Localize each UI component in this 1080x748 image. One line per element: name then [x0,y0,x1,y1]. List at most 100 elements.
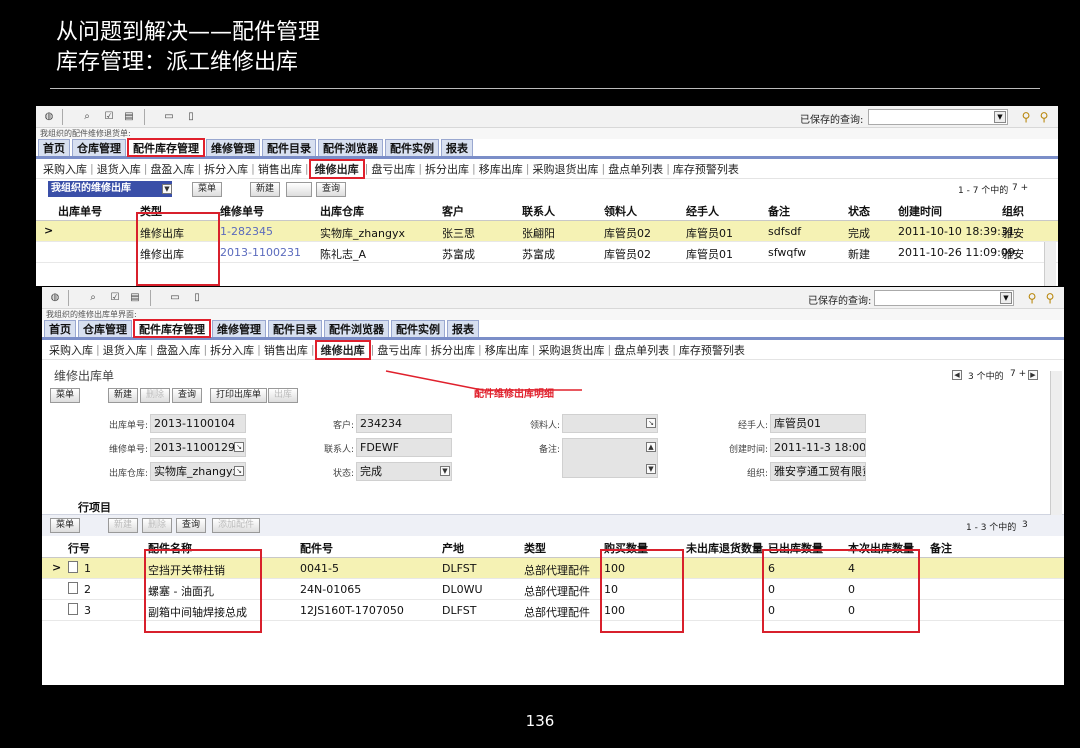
repair-no-link[interactable]: 2013-1100231 [220,246,301,259]
col-contact[interactable]: 联系人 [522,203,555,219]
slide: 从问题到解决——配件管理 库存管理：派工维修出库 ◍ ⌕ ☑ ▤ ▭ ▯ 已保存… [0,0,1080,748]
list-scrollbar[interactable] [1044,242,1056,286]
print-out-button[interactable]: 打印出库单 [210,388,268,403]
item-row[interactable]: 2 螺塞 - 油面孔 24N-01065 DL0WU 总部代理配件 10 0 0 [42,579,1064,600]
col-origin[interactable]: 产地 [442,540,464,556]
globe-icon[interactable]: ◍ [42,110,56,124]
col-note[interactable]: 备注 [768,203,790,219]
status-select[interactable]: 完成 [356,462,452,481]
subnav-repair-out[interactable]: 维修出库 [308,158,365,179]
search-icon[interactable]: ⚲ [1018,109,1034,125]
subnav-surplus-in[interactable]: 盘盈入库 [147,161,197,177]
subnav-split-out[interactable]: 拆分出库 [422,161,472,177]
lookup-icon[interactable]: ↘ [234,466,244,476]
scroll-up-icon[interactable]: ▲ [646,442,656,452]
scroll-down-icon[interactable]: ▼ [646,464,656,474]
table-row[interactable]: 维修出库 2013-1100231 陈礼志_A 苏富成 苏富成 库管员02 库管… [36,242,1058,263]
toolbar-separator [144,109,145,125]
col-shipped-qty[interactable]: 已出库数量 [768,540,823,556]
note-textarea[interactable] [562,438,658,478]
tab-parts-catalog[interactable]: 配件目录 [262,139,316,156]
col-item-type[interactable]: 类型 [524,540,546,556]
tab-home[interactable]: 首页 [38,139,70,156]
col-part-name[interactable]: 配件名称 [148,540,192,556]
col-created[interactable]: 创建时间 [898,203,942,219]
warehouse-label: 出库仓库: [108,469,148,479]
new-button[interactable]: 新建 [250,182,281,197]
new-item-button[interactable]: 新建 [108,518,139,533]
tab-parts-browser[interactable]: 配件浏览器 [318,139,383,156]
chevron-down-icon[interactable]: ▼ [440,466,450,476]
checklist-icon[interactable]: ☑ [102,110,116,124]
ship-out-button[interactable]: 出库 [268,388,299,403]
form-scrollbar[interactable] [1050,371,1062,515]
tab-repair[interactable]: 维修管理 [206,139,260,156]
monitor-icon[interactable]: ▭ [162,110,176,124]
col-customer[interactable]: 客户 [442,203,464,219]
subnav-purchase-return-out[interactable]: 采购退货出库 [529,161,601,177]
next-record-icon[interactable]: ▶ [1028,370,1038,380]
lookup-icon[interactable]: ↘ [234,442,244,452]
form-pager-more[interactable]: 7 + [1010,369,1026,379]
delete-button[interactable]: 删除 [140,388,171,403]
col-handler[interactable]: 经手人 [686,203,719,219]
delete-item-button[interactable]: 删除 [142,518,173,533]
created-field[interactable]: 2011-11-3 18:00:5 [770,438,866,457]
col-part-no[interactable]: 配件号 [300,540,333,556]
subnav-stock-alert-list[interactable]: 库存预警列表 [670,161,742,177]
col-type[interactable]: 类型 [140,203,162,219]
subnav-split-in[interactable]: 拆分入库 [201,161,251,177]
repair-no-field[interactable]: 2013-1100129 [150,438,246,457]
chevron-down-icon[interactable]: ▼ [994,111,1006,123]
col-purchase-qty[interactable]: 购买数量 [604,540,648,556]
tab-parts-inventory[interactable]: 配件库存管理 [127,138,205,157]
lookup-icon[interactable]: ↘ [646,418,656,428]
advanced-search-icon[interactable]: ⚲ [1036,109,1052,125]
slide-title-line2: 库存管理：派工维修出库 [56,50,299,75]
prev-record-icon[interactable]: ◀ [952,370,962,380]
item-row[interactable]: > 1 空挡开关带柱销 0041-5 DLFST 总部代理配件 100 6 4 [42,558,1064,579]
col-line-no[interactable]: 行号 [68,540,90,556]
chevron-down-icon[interactable]: ▼ [162,184,172,194]
delete-button[interactable] [286,182,312,197]
binoculars-icon[interactable]: ⌕ [80,110,94,124]
col-this-out-qty[interactable]: 本次出库数量 [848,540,914,556]
subnav-stocktake-list[interactable]: 盘点单列表 [605,161,666,177]
subnav-loss-out[interactable]: 盘亏出库 [368,161,418,177]
view-select[interactable]: 我组织的维修出库 [48,181,172,197]
col-status[interactable]: 状态 [848,203,870,219]
table-row[interactable]: > 维修出库 1-282345 实物库_zhangyx 张三思 张翩阳 库管员0… [36,221,1058,242]
item-row[interactable]: 3 副箱中间轴焊接总成 12JS160T-1707050 DLFST 总部代理配… [42,600,1064,621]
menu-button[interactable]: 菜单 [50,388,81,403]
col-warehouse[interactable]: 出库仓库 [320,203,364,219]
col-repair-no[interactable]: 维修单号 [220,203,264,219]
query-button[interactable]: 查询 [172,388,203,403]
picker-field[interactable] [562,414,658,433]
col-item-note[interactable]: 备注 [930,540,952,556]
add-part-button[interactable]: 添加配件 [212,518,261,533]
tab-parts-instance[interactable]: 配件实例 [385,139,439,156]
repair-no-link[interactable]: 1-282345 [220,225,273,238]
menu-button[interactable]: 菜单 [50,518,81,533]
customer-field: 234234 [356,414,452,433]
main-tabs: 首页 仓库管理 配件库存管理 维修管理 配件目录 配件浏览器 配件实例 报表 [36,138,1058,159]
new-button[interactable]: 新建 [108,388,139,403]
query-item-button[interactable]: 查询 [176,518,207,533]
tab-reports[interactable]: 报表 [441,139,473,156]
pager-more[interactable]: 7 + [1012,183,1028,193]
col-picker[interactable]: 领料人 [604,203,637,219]
warehouse-field[interactable]: 实物库_zhangyx [150,462,246,481]
subnav-sales-out[interactable]: 销售出库 [255,161,305,177]
col-org[interactable]: 组织 [1002,203,1024,219]
subnav-purchase-in[interactable]: 采购入库 [40,161,90,177]
menu-button[interactable]: 菜单 [192,182,223,197]
subnav-transfer-out[interactable]: 移库出库 [476,161,526,177]
col-out-no[interactable]: 出库单号 [58,203,102,219]
clipboard-icon[interactable]: ▤ [122,110,136,124]
col-unreturned-qty[interactable]: 未出库退货数量 [686,540,763,556]
saved-query-select[interactable]: ▼ [868,109,1008,125]
tab-warehouse[interactable]: 仓库管理 [72,139,126,156]
subnav-return-in[interactable]: 退货入库 [94,161,144,177]
document-icon[interactable]: ▯ [184,110,198,124]
query-button[interactable]: 查询 [316,182,347,197]
